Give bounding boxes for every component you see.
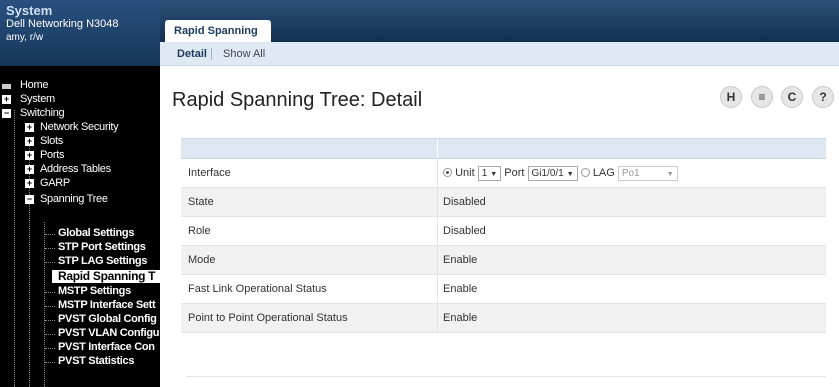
table-header — [181, 138, 826, 159]
table-row: Mode Enable — [181, 246, 826, 275]
refresh-icon[interactable]: C — [781, 86, 803, 108]
table-row: Role Disabled — [181, 217, 826, 246]
point-to-point-label: Point to Point Operational Status — [188, 312, 348, 324]
tree-item-spanning-tree[interactable]: Spanning Tree — [40, 193, 108, 206]
unit-label: Unit — [455, 167, 475, 179]
interface-selector: Unit 1 ▼ Port Gi1/0/1 ▼ LAG Po1 ▼ — [443, 159, 678, 188]
column-divider — [437, 159, 438, 187]
expand-icon[interactable]: + — [2, 95, 11, 104]
table-row: Fast Link Operational Status Enable — [181, 275, 826, 304]
tree-item-network-security[interactable]: Network Security — [40, 121, 119, 134]
tree-item-rapid-spanning-tree[interactable]: Rapid Spanning T — [52, 270, 160, 283]
sub-navigation: Detail Show All — [160, 42, 839, 66]
unit-radio[interactable] — [443, 168, 452, 177]
interface-label: Interface — [188, 167, 231, 179]
subnav-detail[interactable]: Detail — [177, 42, 207, 66]
home-icon — [2, 84, 11, 89]
expand-icon[interactable]: + — [25, 137, 34, 146]
lag-select[interactable]: Po1 ▼ — [617, 165, 678, 181]
tree-connector — [45, 248, 55, 249]
mode-value: Enable — [443, 254, 478, 266]
state-label: State — [188, 196, 214, 208]
tree-item-mstp-settings[interactable]: MSTP Settings — [58, 285, 131, 298]
column-divider — [437, 275, 438, 303]
tree-item-ports[interactable]: Ports — [40, 149, 64, 162]
subnav-separator — [211, 48, 212, 60]
collapse-icon[interactable]: − — [25, 195, 34, 204]
collapse-icon[interactable]: − — [2, 109, 11, 118]
detail-table: Interface Unit 1 ▼ Port Gi1/0/1 ▼ LAG Po1 ▼… — [181, 138, 826, 333]
port-label: Port — [504, 167, 525, 179]
page-title: Rapid Spanning Tree: Detail — [172, 89, 423, 111]
mode-label: Mode — [188, 254, 216, 266]
expand-icon[interactable]: + — [25, 179, 34, 188]
navigation-tree: Home + System − Switching + Network Secu… — [0, 66, 160, 387]
lag-select-value: Po1 — [621, 167, 640, 179]
tree-item-garp[interactable]: GARP — [40, 177, 70, 190]
tree-connector — [45, 362, 55, 363]
dropdown-arrow-icon: ▼ — [490, 170, 498, 178]
fast-link-value: Enable — [443, 283, 478, 295]
tree-line — [14, 110, 15, 387]
port-select-value: Gi1/0/1 — [531, 167, 564, 179]
save-icon[interactable]: H — [720, 86, 742, 108]
role-label: Role — [188, 225, 211, 237]
column-divider — [437, 188, 438, 216]
footer-divider — [186, 376, 826, 377]
tree-item-global-settings[interactable]: Global Settings — [58, 227, 134, 240]
tree-connector — [45, 348, 55, 349]
tree-item-slots[interactable]: Slots — [40, 135, 63, 148]
tree-item-stp-port-settings[interactable]: STP Port Settings — [58, 241, 146, 254]
lag-radio[interactable] — [580, 168, 590, 177]
tree-connector — [45, 262, 55, 263]
system-header: System Dell Networking N3048 amy, r/w — [0, 0, 160, 66]
expand-icon[interactable]: + — [25, 151, 34, 160]
table-row: State Disabled — [181, 188, 826, 217]
tree-item-pvst-global-config[interactable]: PVST Global Config — [58, 313, 157, 326]
column-divider — [437, 246, 438, 274]
system-title: System — [6, 3, 53, 18]
tree-item-pvst-vlan-config[interactable]: PVST VLAN Configu — [58, 327, 160, 340]
unit-select-value: 1 — [481, 167, 488, 179]
tree-item-mstp-interface-settings[interactable]: MSTP Interface Sett — [58, 299, 156, 312]
tree-connector — [45, 334, 55, 335]
column-divider — [437, 217, 438, 245]
tree-connector — [45, 306, 55, 307]
device-model: Dell Networking N3048 — [6, 18, 119, 30]
tree-connector — [45, 292, 55, 293]
tree-connector — [45, 234, 55, 235]
current-user: amy, r/w — [6, 32, 44, 43]
help-icon[interactable]: ? — [812, 86, 834, 108]
dropdown-arrow-icon: ▼ — [666, 170, 674, 178]
tree-connector — [45, 320, 55, 321]
lag-label: LAG — [592, 167, 615, 179]
unit-select[interactable]: 1 ▼ — [477, 165, 502, 181]
port-select[interactable]: Gi1/0/1 ▼ — [527, 165, 578, 181]
tab-rapid-spanning-tree[interactable]: Rapid Spanning Tree — [165, 20, 271, 59]
point-to-point-value: Enable — [443, 312, 478, 324]
tree-line — [29, 138, 30, 387]
role-value: Disabled — [443, 225, 486, 237]
tree-item-address-tables[interactable]: Address Tables — [40, 163, 111, 176]
dropdown-arrow-icon: ▼ — [566, 170, 574, 178]
tree-item-stp-lag-settings[interactable]: STP LAG Settings — [58, 255, 147, 268]
state-value: Disabled — [443, 196, 486, 208]
table-row: Point to Point Operational Status Enable — [181, 304, 826, 333]
tree-item-switching[interactable]: Switching — [20, 107, 65, 120]
expand-icon[interactable]: + — [25, 165, 34, 174]
subnav-show-all[interactable]: Show All — [223, 42, 265, 66]
tree-item-home[interactable]: Home — [20, 79, 48, 92]
expand-icon[interactable]: + — [25, 123, 34, 132]
column-divider — [437, 139, 438, 158]
tree-item-pvst-statistics[interactable]: PVST Statistics — [58, 355, 135, 368]
tree-item-system[interactable]: System — [20, 93, 55, 106]
column-divider — [437, 304, 438, 332]
tree-item-pvst-interface-config[interactable]: PVST Interface Con — [58, 341, 155, 354]
interface-row: Interface Unit 1 ▼ Port Gi1/0/1 ▼ LAG Po1 ▼ — [181, 159, 826, 188]
fast-link-label: Fast Link Operational Status — [188, 283, 327, 295]
print-icon[interactable]: ≡ — [751, 86, 773, 108]
